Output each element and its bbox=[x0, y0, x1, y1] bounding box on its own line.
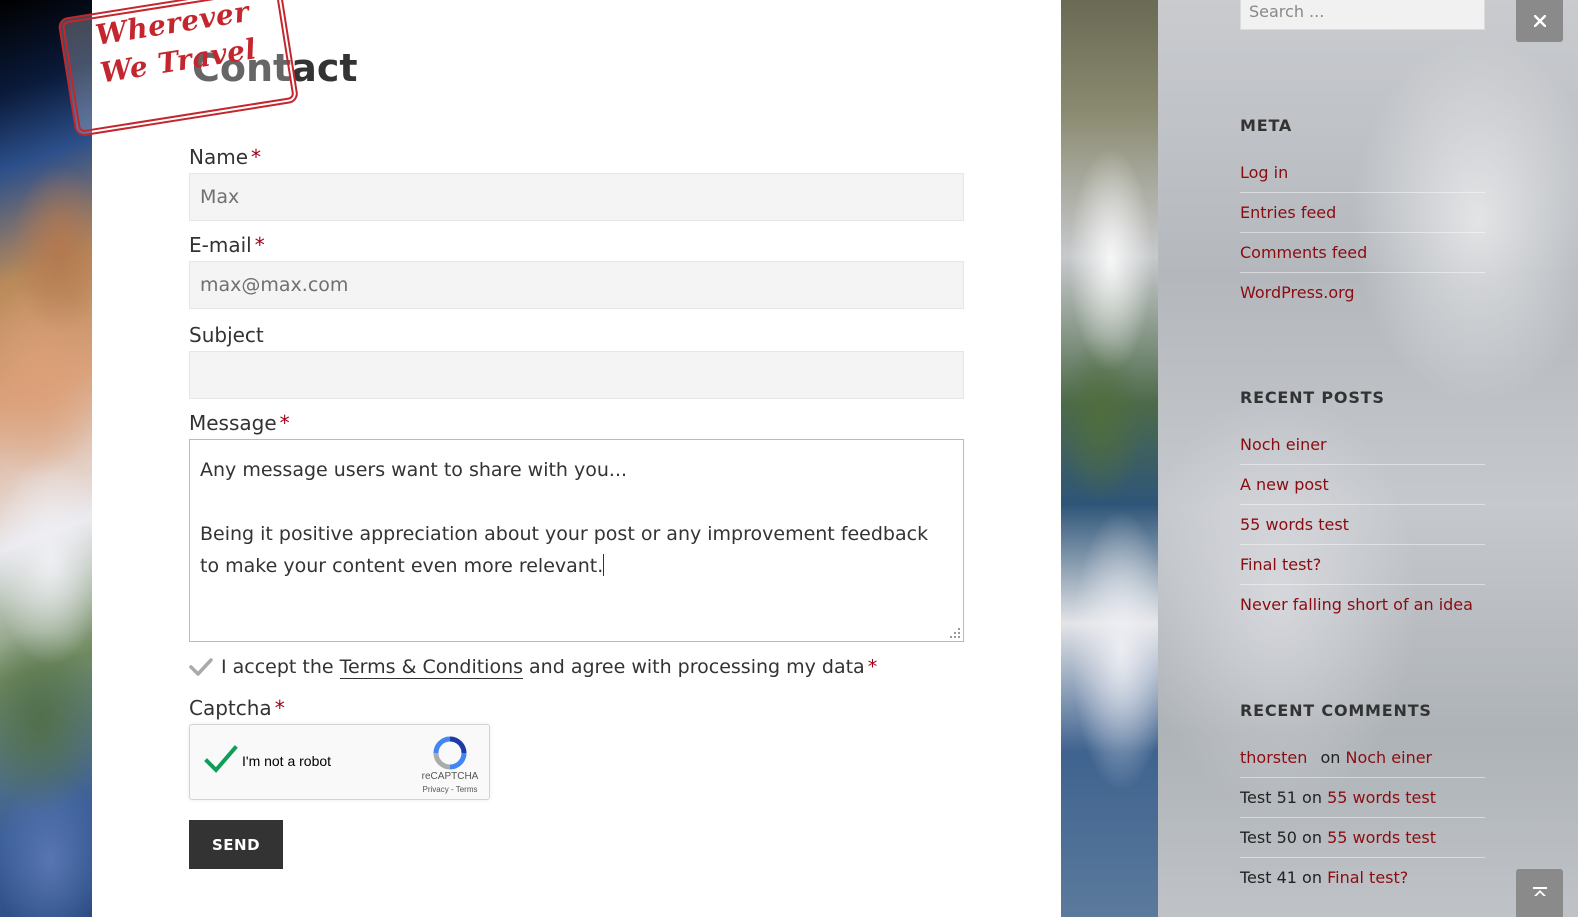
checkmark-icon[interactable] bbox=[189, 657, 213, 677]
email-label: E-mail * bbox=[189, 233, 265, 257]
meta-link-entries-feed[interactable]: Entries feed bbox=[1240, 203, 1336, 222]
name-input[interactable]: Max bbox=[189, 173, 964, 221]
message-line: Any message users want to share with you… bbox=[200, 459, 628, 481]
message-label: Message * bbox=[189, 411, 290, 435]
comment-post-link[interactable]: 55 words test bbox=[1327, 828, 1436, 847]
recent-comments-list: thorsten on Noch einer Test 51 on 55 wor… bbox=[1240, 738, 1485, 898]
widget-title-recent-comments: RECENT COMMENTS bbox=[1240, 701, 1432, 720]
recaptcha-privacy-terms[interactable]: Privacy - Terms bbox=[402, 785, 498, 794]
meta-list: Log in Entries feed Comments feed WordPr… bbox=[1240, 153, 1485, 313]
recent-post-link[interactable]: 55 words test bbox=[1240, 515, 1349, 534]
accept-suffix: and agree with processing my data bbox=[529, 656, 865, 678]
message-textarea[interactable]: Any message users want to share with you… bbox=[189, 439, 964, 642]
recaptcha-widget: I'm not a robot reCAPTCHA Privacy - Term… bbox=[189, 724, 490, 800]
resize-grip-icon[interactable] bbox=[950, 628, 960, 638]
message-line bbox=[200, 486, 953, 518]
comment-on-text: on bbox=[1302, 788, 1322, 807]
list-item: Final test? bbox=[1240, 545, 1485, 585]
main-content: Contact Name * Max E-mail * max@max.com Su… bbox=[92, 0, 1061, 917]
list-item: WordPress.org bbox=[1240, 273, 1485, 313]
recaptcha-checked-icon[interactable] bbox=[204, 745, 238, 775]
recent-post-link[interactable]: Noch einer bbox=[1240, 435, 1327, 454]
close-sidebar-button[interactable] bbox=[1516, 0, 1563, 42]
message-line: Being it positive appreciation about you… bbox=[200, 523, 929, 577]
list-item: Test 51 on 55 words test bbox=[1240, 778, 1485, 818]
list-item: Log in bbox=[1240, 153, 1485, 193]
required-mark: * bbox=[251, 145, 262, 169]
required-mark: * bbox=[254, 233, 265, 257]
comment-post-link[interactable]: Final test? bbox=[1327, 868, 1408, 887]
required-mark: * bbox=[274, 696, 285, 720]
meta-link-comments-feed[interactable]: Comments feed bbox=[1240, 243, 1367, 262]
earth-background-middle bbox=[1061, 0, 1158, 917]
scroll-to-top-button[interactable] bbox=[1516, 869, 1563, 917]
comment-on-text: on bbox=[1320, 748, 1341, 767]
comment-author: Test 51 bbox=[1240, 788, 1297, 807]
recent-post-link[interactable]: Final test? bbox=[1240, 555, 1321, 574]
search-input[interactable]: Search ... bbox=[1240, 0, 1485, 30]
email-input[interactable]: max@max.com bbox=[189, 261, 964, 309]
subject-label: Subject bbox=[189, 323, 264, 347]
required-mark: * bbox=[867, 656, 878, 678]
comment-post-link[interactable]: 55 words test bbox=[1327, 788, 1436, 807]
name-label: Name * bbox=[189, 145, 262, 169]
list-item: Test 50 on 55 words test bbox=[1240, 818, 1485, 858]
subject-input[interactable] bbox=[189, 351, 964, 399]
comment-on-text: on bbox=[1302, 868, 1322, 887]
recaptcha-logo-icon bbox=[433, 736, 467, 770]
widget-title-recent-posts: RECENT POSTS bbox=[1240, 388, 1385, 407]
list-item: Never falling short of an idea bbox=[1240, 585, 1485, 625]
list-item: 55 words test bbox=[1240, 505, 1485, 545]
meta-link-wordpress-org[interactable]: WordPress.org bbox=[1240, 283, 1355, 302]
list-item: Noch einer bbox=[1240, 425, 1485, 465]
comment-author-link[interactable]: thorsten bbox=[1240, 748, 1307, 767]
required-mark: * bbox=[279, 411, 290, 435]
list-item: A new post bbox=[1240, 465, 1485, 505]
recent-posts-list: Noch einer A new post 55 words test Fina… bbox=[1240, 425, 1485, 625]
meta-link-login[interactable]: Log in bbox=[1240, 163, 1288, 182]
comment-on-text: on bbox=[1302, 828, 1322, 847]
text-cursor bbox=[603, 554, 605, 576]
send-button[interactable]: SEND bbox=[189, 820, 283, 869]
recaptcha-brand: reCAPTCHA bbox=[421, 771, 479, 782]
captcha-label: Captcha * bbox=[189, 696, 285, 720]
list-item: Test 41 on Final test? bbox=[1240, 858, 1485, 898]
recent-post-link[interactable]: Never falling short of an idea bbox=[1240, 595, 1473, 614]
recent-post-link[interactable]: A new post bbox=[1240, 475, 1329, 494]
accept-terms-row: I accept the Terms & Conditions and agre… bbox=[189, 654, 877, 680]
recaptcha-checkbox-label: I'm not a robot bbox=[242, 753, 332, 769]
list-item: Entries feed bbox=[1240, 193, 1485, 233]
close-icon bbox=[1533, 15, 1546, 27]
scroll-top-icon bbox=[1532, 887, 1547, 896]
comment-author: Test 41 bbox=[1240, 868, 1297, 887]
accept-prefix: I accept the bbox=[221, 656, 334, 678]
terms-conditions-link[interactable]: Terms & Conditions bbox=[339, 656, 524, 679]
list-item: Comments feed bbox=[1240, 233, 1485, 273]
comment-author: Test 50 bbox=[1240, 828, 1297, 847]
comment-post-link[interactable]: Noch einer bbox=[1346, 748, 1433, 767]
widget-title-meta: META bbox=[1240, 116, 1293, 135]
list-item: thorsten on Noch einer bbox=[1240, 738, 1485, 778]
